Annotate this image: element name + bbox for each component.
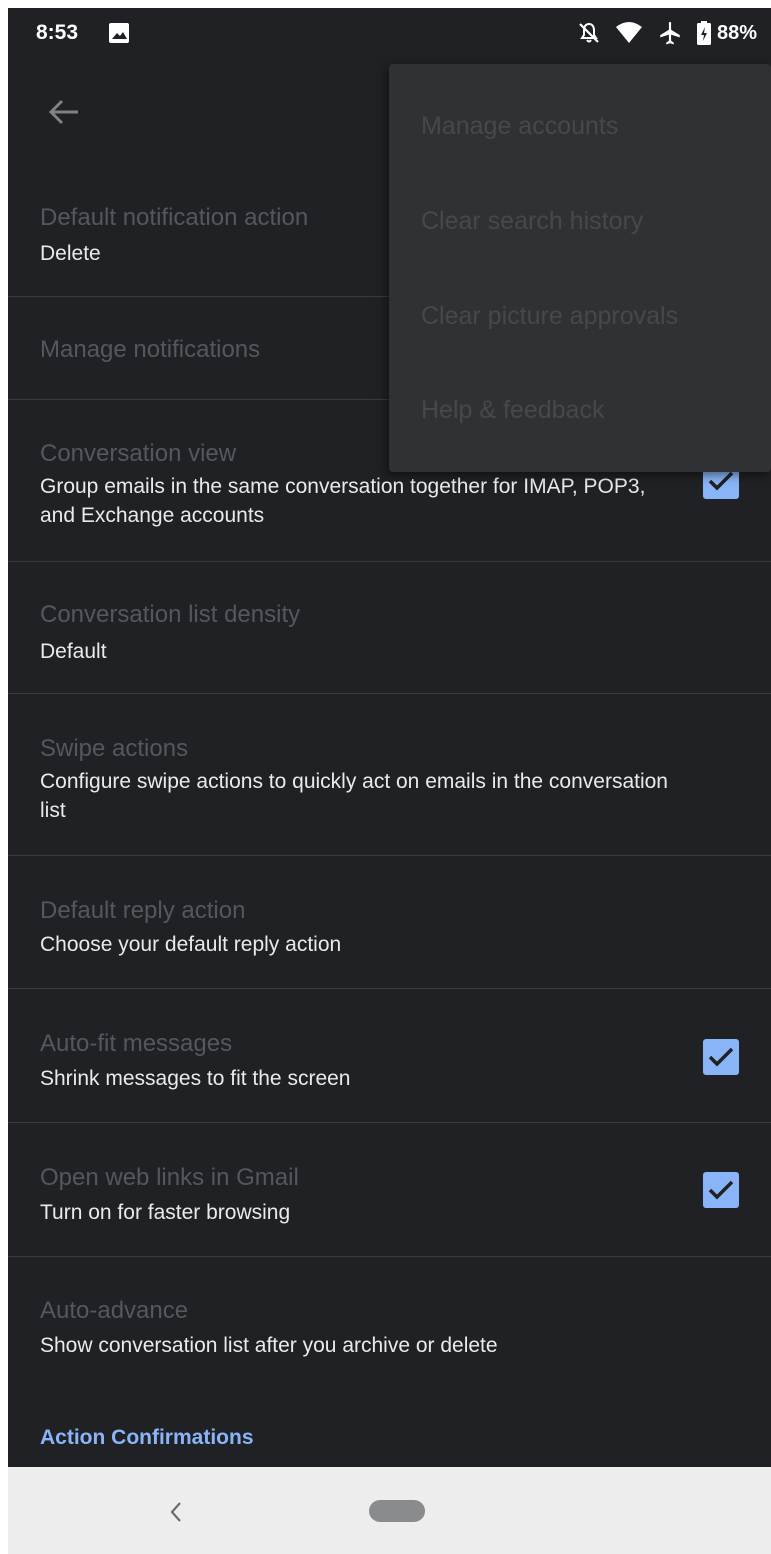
battery-icon xyxy=(696,21,711,45)
status-icons: 88% xyxy=(577,20,757,46)
nav-back-icon[interactable] xyxy=(166,1499,186,1530)
auto-fit-messages-checkbox[interactable] xyxy=(703,1039,739,1075)
back-arrow-icon[interactable] xyxy=(44,92,84,132)
setting-title: Manage notifications xyxy=(40,336,261,363)
setting-conversation-list-density[interactable]: Conversation list density Default xyxy=(8,562,771,694)
wifi-icon xyxy=(615,22,643,44)
nav-home-pill[interactable] xyxy=(369,1500,425,1522)
status-time: 8:53 xyxy=(36,21,79,44)
setting-title: Conversation view xyxy=(40,440,237,467)
setting-auto-advance[interactable]: Auto-advance Show conversation list afte… xyxy=(8,1257,771,1407)
setting-subtitle: Turn on for faster browsing xyxy=(40,1201,291,1224)
setting-subtitle: Configure swipe actions to quickly act o… xyxy=(40,770,668,822)
setting-title: Open web links in Gmail xyxy=(40,1164,299,1191)
setting-swipe-actions[interactable]: Swipe actions Configure swipe actions to… xyxy=(8,694,771,856)
setting-default-reply-action[interactable]: Default reply action Choose your default… xyxy=(8,856,771,989)
menu-item-clear-picture-approvals[interactable]: Clear picture approvals xyxy=(421,302,678,331)
setting-subtitle: Group emails in the same conversation to… xyxy=(40,475,646,527)
overflow-menu: Manage accounts Clear search history Cle… xyxy=(389,64,771,472)
setting-subtitle: Default xyxy=(40,640,107,663)
app-screen: 8:53 88% Default notification action Del… xyxy=(8,8,771,1554)
menu-item-clear-search-history[interactable]: Clear search history xyxy=(421,207,643,236)
status-bar: 8:53 88% xyxy=(8,8,771,60)
notifications-off-icon xyxy=(577,21,601,45)
setting-title: Swipe actions xyxy=(40,735,189,762)
battery-level: 88% xyxy=(716,21,757,44)
setting-title: Auto-fit messages xyxy=(40,1030,233,1057)
setting-subtitle: Choose your default reply action xyxy=(40,933,342,956)
menu-item-help-feedback[interactable]: Help & feedback xyxy=(421,396,604,425)
section-header-action-confirmations: Action Confirmations xyxy=(40,1426,254,1449)
menu-item-manage-accounts[interactable]: Manage accounts xyxy=(421,112,618,141)
setting-title: Default notification action xyxy=(40,204,309,231)
navigation-bar xyxy=(8,1467,771,1554)
airplane-mode-icon xyxy=(657,20,683,46)
setting-title: Default reply action xyxy=(40,897,246,924)
setting-title: Conversation list density xyxy=(40,601,301,628)
setting-title: Auto-advance xyxy=(40,1297,189,1324)
setting-auto-fit-messages[interactable]: Auto-fit messages Shrink messages to fit… xyxy=(8,989,771,1123)
setting-open-web-links[interactable]: Open web links in Gmail Turn on for fast… xyxy=(8,1123,771,1257)
setting-subtitle: Shrink messages to fit the screen xyxy=(40,1067,351,1090)
setting-subtitle: Show conversation list after you archive… xyxy=(40,1334,498,1357)
image-icon xyxy=(108,22,130,44)
open-web-links-checkbox[interactable] xyxy=(703,1172,739,1208)
